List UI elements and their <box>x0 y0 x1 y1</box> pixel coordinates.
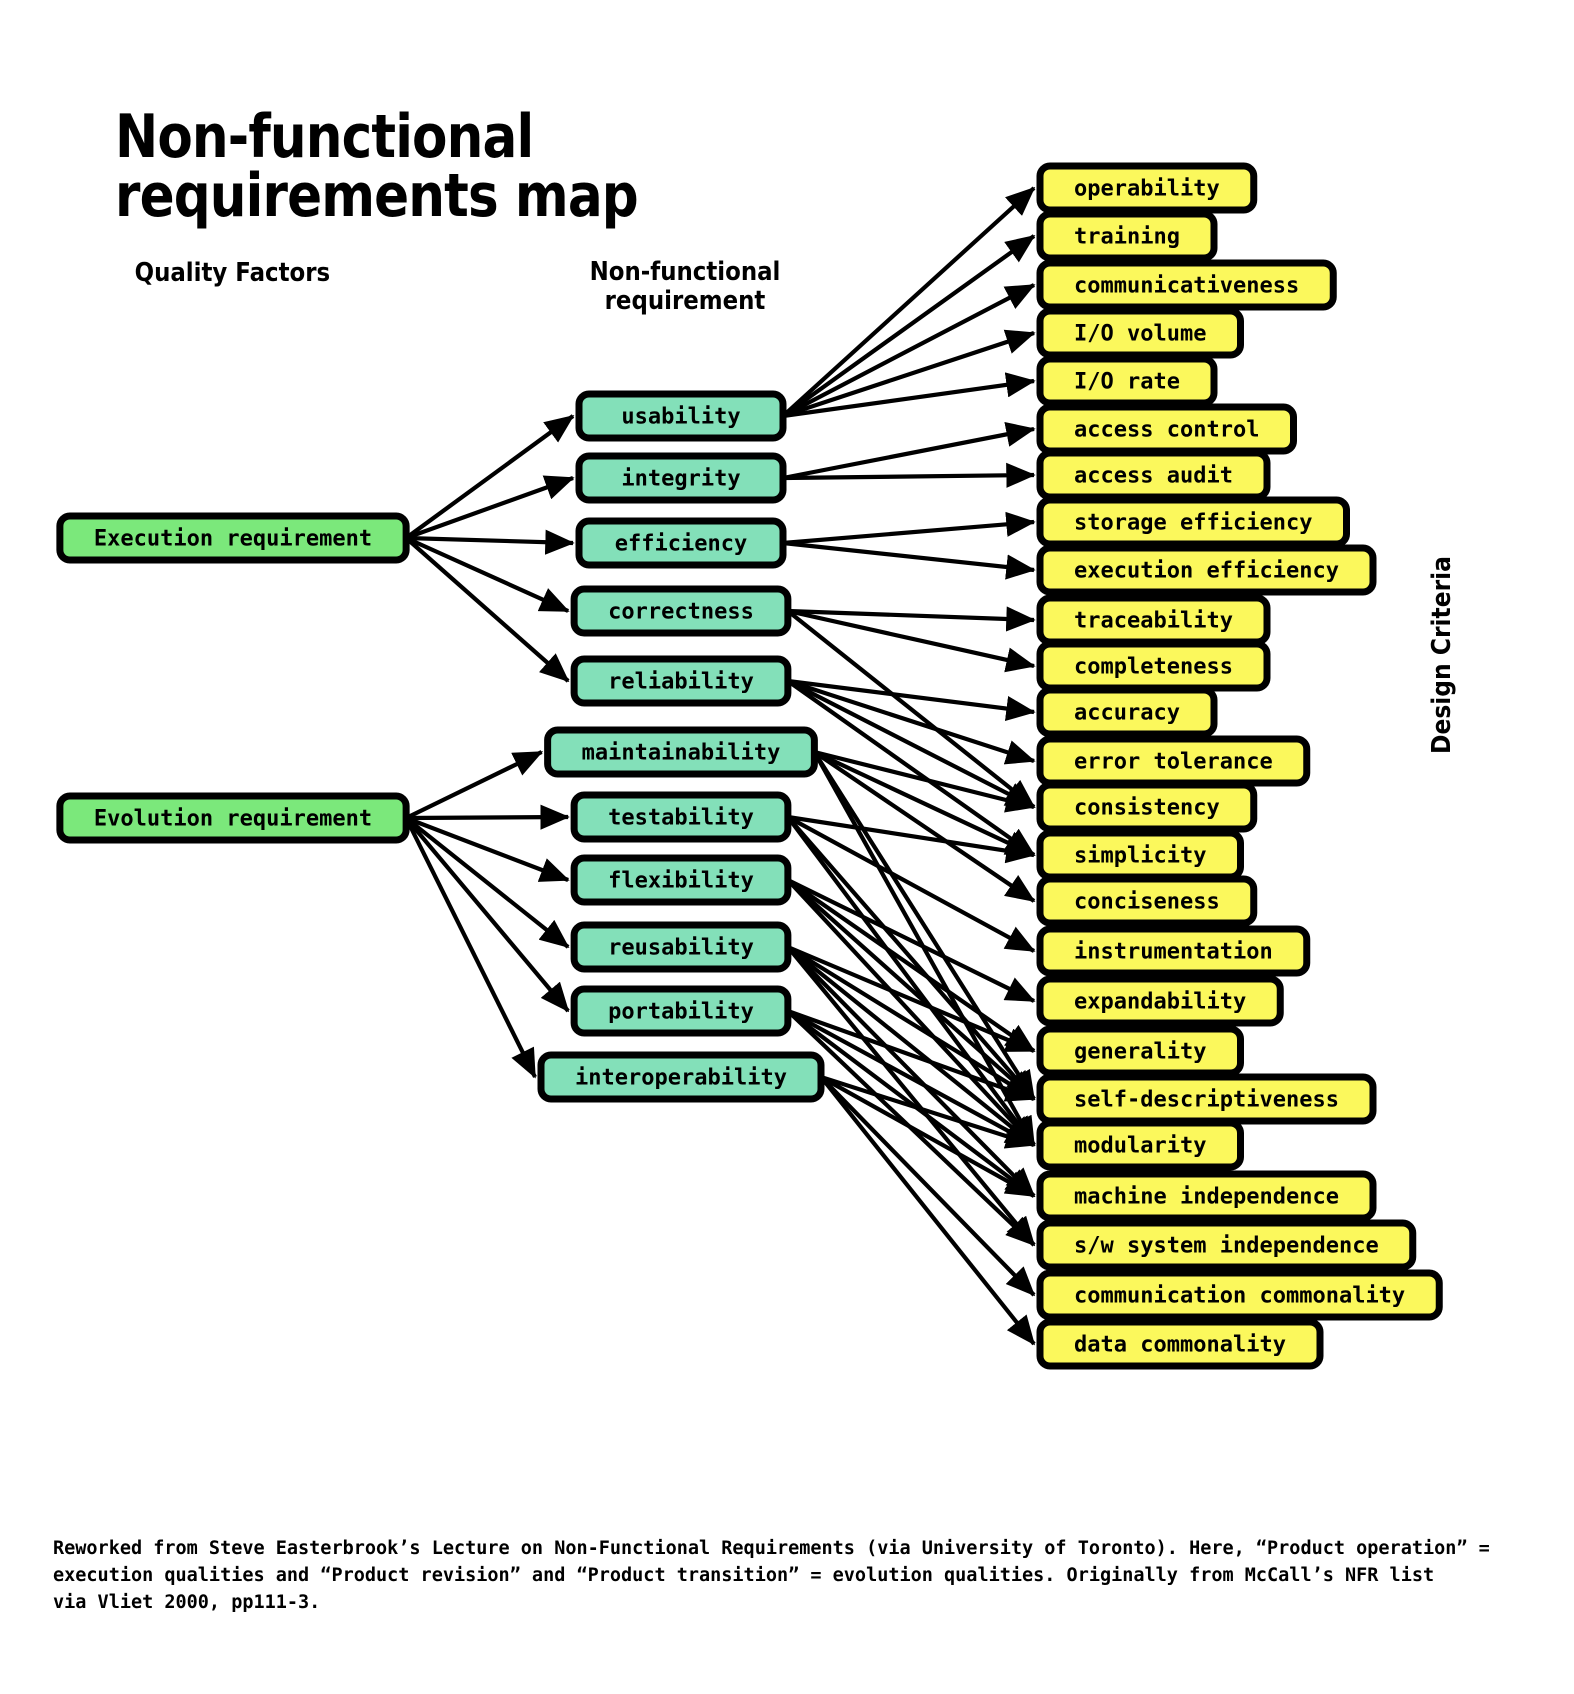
design-criterion-label: access audit <box>1074 464 1233 489</box>
footer-attribution: Reworked from Steve Easterbrook’s Lectur… <box>53 1538 1490 1613</box>
edge-usability-to-training <box>781 234 1036 418</box>
nfr-integrity[interactable]: integrity <box>575 452 787 504</box>
design-criterion-label: generality <box>1074 1040 1206 1065</box>
design-criterion-label: access control <box>1074 418 1259 443</box>
edge-execution-to-integrity <box>405 475 575 540</box>
design-criterion-traceability[interactable]: traceability <box>1036 594 1271 646</box>
nfr-map-graph: Execution requirement Evolution requireme… <box>56 162 1443 1370</box>
nfr-efficiency[interactable]: efficiency <box>575 517 787 569</box>
edge-reusability-to-generality <box>787 945 1036 1053</box>
design-criterion-label: accuracy <box>1074 701 1180 726</box>
design-criterion-label: execution efficiency <box>1074 559 1339 584</box>
design-criterion-io_rate[interactable]: I/O rate <box>1036 355 1218 407</box>
design-criterion-communication_commonality[interactable]: communication commonality <box>1036 1269 1443 1321</box>
edge-execution-to-efficiency <box>406 529 575 555</box>
design-criterion-label: s/w system independence <box>1074 1234 1379 1259</box>
design-criterion-label: training <box>1074 225 1180 250</box>
nfr-reliability[interactable]: reliability <box>570 655 792 707</box>
nfr-flexibility[interactable]: flexibility <box>570 854 792 906</box>
edge-integrity-to-access_control <box>782 421 1036 481</box>
design-criterion-communicativeness[interactable]: communicativeness <box>1036 259 1337 311</box>
design-criterion-label: modularity <box>1074 1134 1206 1159</box>
quality-factor-execution[interactable]: Execution requirement <box>56 512 410 564</box>
design-criterion-simplicity[interactable]: simplicity <box>1036 829 1244 881</box>
design-criterion-label: communication commonality <box>1074 1284 1405 1309</box>
edge-evolution-to-testability <box>406 804 570 830</box>
nfr-label: usability <box>621 405 740 430</box>
design-criterion-label: communicativeness <box>1074 274 1299 299</box>
quality-factor-label: Evolution requirement <box>94 807 372 832</box>
edge-usability-to-operability <box>781 186 1036 418</box>
design-criterion-completeness[interactable]: completeness <box>1036 640 1271 692</box>
design-criterion-access_audit[interactable]: access audit <box>1036 449 1271 501</box>
design-criterion-error_tolerance[interactable]: error tolerance <box>1036 735 1311 787</box>
node-layer: Execution requirement Evolution requireme… <box>56 162 1443 1370</box>
design-criterion-label: completeness <box>1074 655 1233 680</box>
edge-efficiency-to-execution_efficiency <box>782 540 1036 580</box>
design-criterion-access_control[interactable]: access control <box>1036 403 1297 455</box>
nfr-maintainability[interactable]: maintainability <box>544 726 818 778</box>
design-criterion-label: instrumentation <box>1074 940 1273 965</box>
design-criterion-accuracy[interactable]: accuracy <box>1036 686 1218 738</box>
design-criterion-label: machine independence <box>1074 1185 1339 1210</box>
nfr-label: reliability <box>608 670 754 695</box>
design-criterion-label: consistency <box>1074 796 1220 821</box>
design-criterion-instrumentation[interactable]: instrumentation <box>1036 925 1311 977</box>
design-criterion-label: simplicity <box>1074 844 1206 869</box>
design-criterion-label: I/O volume <box>1074 322 1206 347</box>
edge-execution-to-reliability <box>404 536 570 683</box>
nfr-testability[interactable]: testability <box>570 791 792 843</box>
edge-execution-to-usability <box>404 414 575 540</box>
design-criterion-label: expandability <box>1074 990 1246 1015</box>
nfr-label: testability <box>608 806 754 831</box>
design-criterion-data_commonality[interactable]: data commonality <box>1036 1318 1324 1370</box>
design-criterion-io_volume[interactable]: I/O volume <box>1036 307 1244 359</box>
nfr-correctness[interactable]: correctness <box>570 585 792 637</box>
edge-evolution-to-reusability <box>404 816 570 949</box>
design-criterion-storage_efficiency[interactable]: storage efficiency <box>1036 496 1350 548</box>
design-criterion-label: self-descriptiveness <box>1074 1088 1339 1113</box>
nfr-label: integrity <box>621 467 740 492</box>
edge-integrity-to-access_audit <box>782 462 1036 488</box>
design-criterion-modularity[interactable]: modularity <box>1036 1119 1244 1171</box>
nfr-label: portability <box>608 1000 754 1025</box>
design-criterion-self_descriptiveness[interactable]: self-descriptiveness <box>1036 1073 1377 1125</box>
design-criterion-label: I/O rate <box>1074 370 1180 395</box>
design-criterion-machine_independence[interactable]: machine independence <box>1036 1170 1377 1222</box>
nfr-label: correctness <box>608 600 754 625</box>
design-criterion-label: data commonality <box>1074 1333 1286 1358</box>
quality-factor-evolution[interactable]: Evolution requirement <box>56 792 410 844</box>
edge-execution-to-correctness <box>405 536 570 613</box>
nfr-interoperability[interactable]: interoperability <box>537 1051 825 1103</box>
nfr-label: efficiency <box>615 532 747 557</box>
design-criterion-sw_system_independence[interactable]: s/w system independence <box>1036 1219 1417 1271</box>
design-criterion-label: conciseness <box>1074 890 1220 915</box>
design-criterion-execution_efficiency[interactable]: execution efficiency <box>1036 544 1377 596</box>
edge-efficiency-to-storage_efficiency <box>782 511 1036 546</box>
nfr-portability[interactable]: portability <box>570 985 792 1037</box>
edge-usability-to-io_volume <box>782 329 1036 418</box>
design-criterion-operability[interactable]: operability <box>1036 162 1258 214</box>
design-criterion-expandability[interactable]: expandability <box>1036 975 1284 1027</box>
design-criterion-label: error tolerance <box>1074 750 1273 775</box>
nfr-label: maintainability <box>582 741 781 766</box>
quality-factor-label: Execution requirement <box>94 527 372 552</box>
nfr-label: reusability <box>608 936 754 961</box>
design-criterion-label: storage efficiency <box>1074 511 1312 536</box>
design-criterion-consistency[interactable]: consistency <box>1036 781 1258 833</box>
edge-reliability-to-error_tolerance <box>787 679 1036 765</box>
edge-evolution-to-maintainability <box>405 750 544 820</box>
design-criterion-training[interactable]: training <box>1036 210 1218 262</box>
nfr-reusability[interactable]: reusability <box>570 921 792 973</box>
edge-reliability-to-consistency <box>786 679 1036 809</box>
diagram-page: Non-functional requirements map Quality … <box>0 0 1574 1694</box>
nfr-label: interoperability <box>575 1066 787 1091</box>
design-criterion-conciseness[interactable]: conciseness <box>1036 875 1258 927</box>
design-criterion-label: operability <box>1074 177 1220 202</box>
design-criterion-generality[interactable]: generality <box>1036 1025 1244 1077</box>
design-criterion-label: traceability <box>1074 609 1233 634</box>
nfr-usability[interactable]: usability <box>575 390 787 442</box>
nfr-label: flexibility <box>608 869 754 894</box>
